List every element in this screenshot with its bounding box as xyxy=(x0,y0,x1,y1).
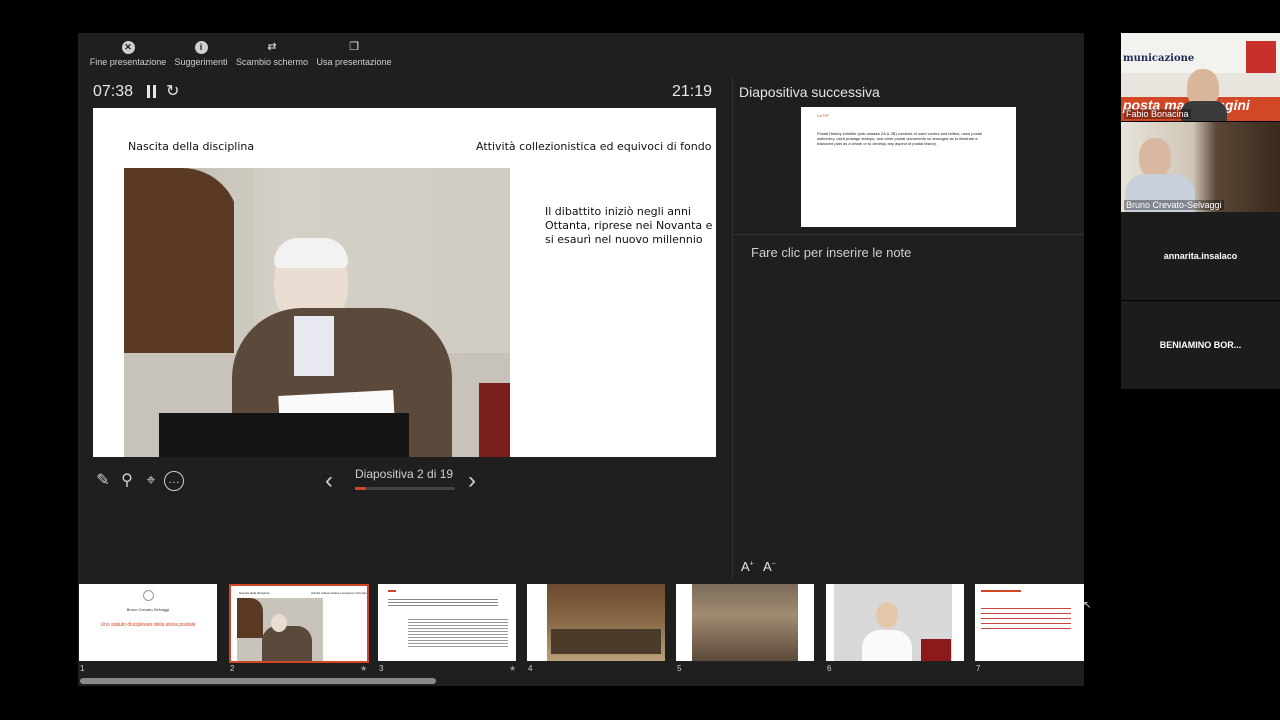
decrease-font-icon[interactable]: A− xyxy=(763,559,776,574)
thumbnail-number: 3 xyxy=(379,664,384,673)
participant-name: Fabio Bonacina xyxy=(1124,109,1191,119)
thumbnail-title: Uno statuto disciplinare della storia po… xyxy=(100,622,196,628)
swap-icon: ⇄ xyxy=(267,41,277,53)
presenter-view: ✕ Fine presentazione i Suggerimenti ⇄ Sc… xyxy=(78,33,1084,686)
slide-body-line: Ottanta, riprese nei Novanta e xyxy=(545,219,713,232)
thumbnail-number: 5 xyxy=(677,664,682,673)
elapsed-timer: 07:38 xyxy=(93,83,134,100)
slide-body-line: si esaurì nel nuovo millennio xyxy=(545,233,703,246)
banner-text: municazione xyxy=(1123,53,1195,64)
thumbnail-number: 2 xyxy=(230,664,235,673)
notes-divider xyxy=(733,234,1084,235)
notes-placeholder[interactable]: Fare clic per inserire le note xyxy=(751,245,911,260)
next-slide-preview[interactable]: La FIP Postal History exhibits (sub-clas… xyxy=(801,107,1016,227)
participant-name: annarita.insalaco xyxy=(1163,251,1238,261)
participant-video-2[interactable]: Bruno Crevato-Selvaggi xyxy=(1121,122,1280,212)
slide-progress-fill xyxy=(355,487,366,490)
star-icon: ★ xyxy=(509,664,517,673)
pane-divider[interactable] xyxy=(732,78,733,578)
participant-tile-4[interactable]: BENIAMINO BOR... xyxy=(1121,301,1280,389)
slide-counter: Diapositiva 2 di 19 xyxy=(355,467,454,481)
participant-name: BENIAMINO BOR... xyxy=(1159,340,1242,350)
reset-timer-icon[interactable]: ↻ xyxy=(166,81,179,101)
next-slide-text: Postal History exhibits (sub-classes 2A … xyxy=(817,131,982,146)
more-options-icon[interactable]: … xyxy=(164,471,184,491)
thumbnail-heading-right: Attività collezionistica ed equivoci di … xyxy=(311,591,367,595)
next-slide-icon[interactable]: › xyxy=(468,467,476,495)
thumbnail-number: 6 xyxy=(827,664,832,673)
thumbnail-number: 4 xyxy=(528,664,533,673)
thumbnail-slide-2[interactable]: Nascita della disciplina Attività collez… xyxy=(229,584,369,663)
slide-heading-right: Attività collezionistica ed equivoci di … xyxy=(476,140,712,153)
participant-name: Bruno Crevato-Selvaggi xyxy=(1124,200,1224,210)
thumbnail-slide-6[interactable] xyxy=(826,584,964,661)
thumbnail-slide-1[interactable]: Bruno Crevato-Selvaggi Uno statuto disci… xyxy=(79,584,217,661)
thumbnail-scrollbar[interactable] xyxy=(80,678,436,684)
thumbnail-number: 7 xyxy=(976,664,981,673)
arched-door xyxy=(124,168,239,353)
thumbnail-slide-4[interactable] xyxy=(527,584,665,661)
next-slide-title: Diapositiva successiva xyxy=(739,84,880,100)
slide-heading-left: Nascita della disciplina xyxy=(128,140,255,153)
thumbnail-heading-left: Nascita della disciplina xyxy=(239,591,270,595)
clock-time: 21:19 xyxy=(672,83,713,100)
tips-button[interactable]: i Suggerimenti xyxy=(172,41,230,67)
slide-progress-bar xyxy=(355,487,455,490)
logo-seal-icon xyxy=(143,590,154,601)
duplicate-slides-icon: ❐ xyxy=(349,41,359,53)
magnifier-icon[interactable]: ⚲ xyxy=(117,471,137,491)
laser-pointer-icon[interactable]: ⌖ xyxy=(141,471,161,491)
next-slide-tag: La FIP xyxy=(817,113,829,118)
thumbnail-author: Bruno Crevato-Selvaggi xyxy=(126,607,170,612)
pen-icon[interactable]: ✎ xyxy=(93,471,113,491)
close-icon: ✕ xyxy=(121,41,135,54)
participant-tile-3[interactable]: annarita.insalaco xyxy=(1121,212,1280,300)
mouse-cursor-icon: ↖ xyxy=(1083,600,1092,611)
end-presentation-button[interactable]: ✕ Fine presentazione xyxy=(88,41,168,67)
thumbnail-slide-3[interactable] xyxy=(378,584,516,661)
end-presentation-label: Fine presentazione xyxy=(89,57,167,67)
flag-logo xyxy=(1246,41,1276,73)
previous-slide-icon[interactable]: ‹ xyxy=(325,467,333,495)
current-slide: Nascita della disciplina Attività collez… xyxy=(93,108,716,457)
slide-body: Il dibattito iniziò negli anni Ottanta, … xyxy=(545,205,712,246)
swap-screen-button[interactable]: ⇄ Scambio schermo xyxy=(234,41,310,67)
thumbnail-number: 1 xyxy=(80,664,85,673)
info-icon: i xyxy=(194,41,208,54)
star-icon: ★ xyxy=(360,664,368,673)
pause-icon[interactable] xyxy=(146,85,158,98)
laptop xyxy=(159,413,409,457)
use-presentation-button[interactable]: ❐ Usa presentazione xyxy=(314,41,394,67)
increase-font-icon[interactable]: A+ xyxy=(741,559,754,574)
thumbnail-slide-7[interactable] xyxy=(975,584,1084,661)
tips-label: Suggerimenti xyxy=(174,57,228,67)
thumbnail-slide-5[interactable] xyxy=(676,584,814,661)
slide-body-line: Il dibattito iniziò negli anni xyxy=(545,205,691,218)
participant-video-1[interactable]: municazione posta ma immagini Fabio Bona… xyxy=(1121,33,1280,121)
swap-screen-label: Scambio schermo xyxy=(235,57,309,67)
thumbnail-photo xyxy=(237,598,323,661)
speaker-photo xyxy=(124,168,510,457)
use-presentation-label: Usa presentazione xyxy=(316,57,392,67)
